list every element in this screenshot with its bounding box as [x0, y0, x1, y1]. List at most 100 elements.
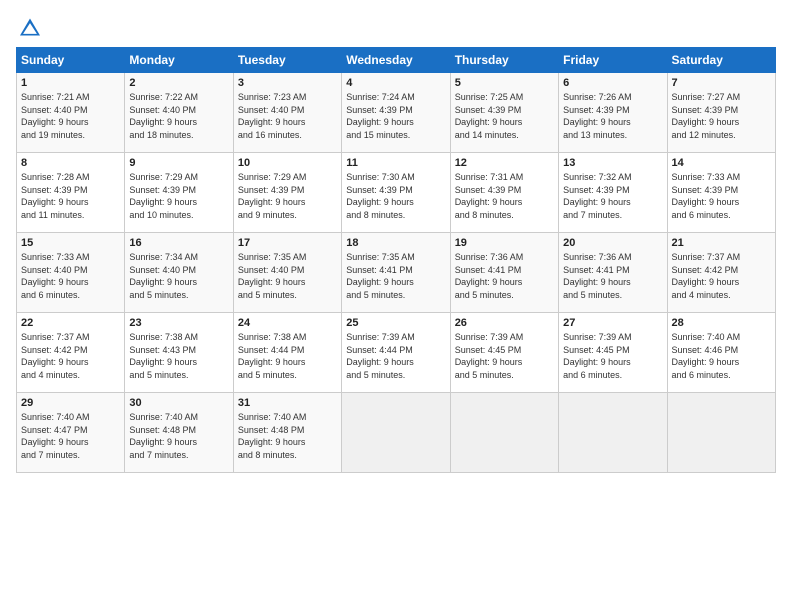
day-number: 4 — [346, 77, 445, 89]
day-number: 28 — [672, 317, 771, 329]
calendar-cell: 26 Sunrise: 7:39 AM Sunset: 4:45 PM Dayli… — [450, 313, 558, 393]
day-number: 21 — [672, 237, 771, 249]
day-detail: Sunrise: 7:22 AM Sunset: 4:40 PM Dayligh… — [129, 91, 228, 141]
weekday-header-cell: Thursday — [450, 48, 558, 73]
calendar-week-row: 15Sunrise: 7:33 AM Sunset: 4:40 PM Dayli… — [17, 233, 776, 313]
calendar-cell: 5Sunrise: 7:25 AM Sunset: 4:39 PM Daylig… — [450, 73, 558, 153]
weekday-header-cell: Tuesday — [233, 48, 341, 73]
calendar-cell: 8 Sunrise: 7:28 AM Sunset: 4:39 PM Daylig… — [17, 153, 125, 233]
calendar-cell: 11Sunrise: 7:30 AM Sunset: 4:39 PM Dayli… — [342, 153, 450, 233]
day-number: 20 — [563, 237, 662, 249]
calendar-cell: 27 Sunrise: 7:39 AM Sunset: 4:45 PM Dayli… — [559, 313, 667, 393]
day-detail: Sunrise: 7:38 AM Sunset: 4:43 PM Dayligh… — [129, 331, 228, 381]
calendar-week-row: 8 Sunrise: 7:28 AM Sunset: 4:39 PM Daylig… — [17, 153, 776, 233]
calendar-cell: 3 Sunrise: 7:23 AM Sunset: 4:40 PM Daylig… — [233, 73, 341, 153]
calendar-week-row: 29 Sunrise: 7:40 AM Sunset: 4:47 PM Dayli… — [17, 393, 776, 473]
calendar-page: SundayMondayTuesdayWednesdayThursdayFrid… — [0, 0, 792, 485]
day-detail: Sunrise: 7:38 AM Sunset: 4:44 PM Dayligh… — [238, 331, 337, 381]
calendar-cell: 10 Sunrise: 7:29 AM Sunset: 4:39 PM Dayli… — [233, 153, 341, 233]
day-detail: Sunrise: 7:36 AM Sunset: 4:41 PM Dayligh… — [563, 251, 662, 301]
calendar-cell: 14 Sunrise: 7:33 AM Sunset: 4:39 PM Dayli… — [667, 153, 775, 233]
calendar-cell: 4 Sunrise: 7:24 AM Sunset: 4:39 PM Daylig… — [342, 73, 450, 153]
logo — [16, 16, 44, 37]
day-number: 9 — [129, 157, 228, 169]
day-number: 12 — [455, 157, 554, 169]
calendar-cell: 24 Sunrise: 7:38 AM Sunset: 4:44 PM Dayli… — [233, 313, 341, 393]
day-detail: Sunrise: 7:37 AM Sunset: 4:42 PM Dayligh… — [21, 331, 120, 381]
day-detail: Sunrise: 7:40 AM Sunset: 4:47 PM Dayligh… — [21, 411, 120, 461]
calendar-cell: 17 Sunrise: 7:35 AM Sunset: 4:40 PM Dayli… — [233, 233, 341, 313]
calendar-cell: 12 Sunrise: 7:31 AM Sunset: 4:39 PM Dayli… — [450, 153, 558, 233]
day-detail: Sunrise: 7:29 AM Sunset: 4:39 PM Dayligh… — [238, 171, 337, 221]
day-detail: Sunrise: 7:34 AM Sunset: 4:40 PM Dayligh… — [129, 251, 228, 301]
day-detail: Sunrise: 7:31 AM Sunset: 4:39 PM Dayligh… — [455, 171, 554, 221]
day-number: 22 — [21, 317, 120, 329]
day-number: 29 — [21, 397, 120, 409]
day-detail: Sunrise: 7:21 AM Sunset: 4:40 PM Dayligh… — [21, 91, 120, 141]
calendar-cell: 20 Sunrise: 7:36 AM Sunset: 4:41 PM Dayli… — [559, 233, 667, 313]
day-detail: Sunrise: 7:35 AM Sunset: 4:40 PM Dayligh… — [238, 251, 337, 301]
day-number: 17 — [238, 237, 337, 249]
calendar-cell: 30 Sunrise: 7:40 AM Sunset: 4:48 PM Dayli… — [125, 393, 233, 473]
day-detail: Sunrise: 7:39 AM Sunset: 4:45 PM Dayligh… — [563, 331, 662, 381]
calendar-cell: 7Sunrise: 7:27 AM Sunset: 4:39 PM Daylig… — [667, 73, 775, 153]
calendar-cell: 18Sunrise: 7:35 AM Sunset: 4:41 PM Dayli… — [342, 233, 450, 313]
calendar-cell: 9 Sunrise: 7:29 AM Sunset: 4:39 PM Daylig… — [125, 153, 233, 233]
day-detail: Sunrise: 7:39 AM Sunset: 4:45 PM Dayligh… — [455, 331, 554, 381]
day-number: 31 — [238, 397, 337, 409]
day-detail: Sunrise: 7:25 AM Sunset: 4:39 PM Dayligh… — [455, 91, 554, 141]
calendar-body: 1 Sunrise: 7:21 AM Sunset: 4:40 PM Daylig… — [17, 73, 776, 473]
day-detail: Sunrise: 7:26 AM Sunset: 4:39 PM Dayligh… — [563, 91, 662, 141]
calendar-cell: 6Sunrise: 7:26 AM Sunset: 4:39 PM Daylig… — [559, 73, 667, 153]
day-number: 19 — [455, 237, 554, 249]
day-number: 26 — [455, 317, 554, 329]
day-number: 10 — [238, 157, 337, 169]
day-number: 8 — [21, 157, 120, 169]
day-detail: Sunrise: 7:24 AM Sunset: 4:39 PM Dayligh… — [346, 91, 445, 141]
calendar-cell — [450, 393, 558, 473]
calendar-cell — [667, 393, 775, 473]
calendar-cell: 28Sunrise: 7:40 AM Sunset: 4:46 PM Dayli… — [667, 313, 775, 393]
day-number: 23 — [129, 317, 228, 329]
day-detail: Sunrise: 7:36 AM Sunset: 4:41 PM Dayligh… — [455, 251, 554, 301]
calendar-cell: 19 Sunrise: 7:36 AM Sunset: 4:41 PM Dayli… — [450, 233, 558, 313]
calendar-cell: 15Sunrise: 7:33 AM Sunset: 4:40 PM Dayli… — [17, 233, 125, 313]
weekday-header-cell: Friday — [559, 48, 667, 73]
day-number: 16 — [129, 237, 228, 249]
day-number: 14 — [672, 157, 771, 169]
weekday-header-cell: Monday — [125, 48, 233, 73]
day-detail: Sunrise: 7:28 AM Sunset: 4:39 PM Dayligh… — [21, 171, 120, 221]
day-detail: Sunrise: 7:40 AM Sunset: 4:48 PM Dayligh… — [238, 411, 337, 461]
day-number: 1 — [21, 77, 120, 89]
weekday-header-cell: Saturday — [667, 48, 775, 73]
day-number: 25 — [346, 317, 445, 329]
calendar-week-row: 22 Sunrise: 7:37 AM Sunset: 4:42 PM Dayli… — [17, 313, 776, 393]
calendar-cell: 16 Sunrise: 7:34 AM Sunset: 4:40 PM Dayli… — [125, 233, 233, 313]
day-detail: Sunrise: 7:39 AM Sunset: 4:44 PM Dayligh… — [346, 331, 445, 381]
day-number: 24 — [238, 317, 337, 329]
calendar-cell — [342, 393, 450, 473]
day-detail: Sunrise: 7:37 AM Sunset: 4:42 PM Dayligh… — [672, 251, 771, 301]
weekday-header-row: SundayMondayTuesdayWednesdayThursdayFrid… — [17, 48, 776, 73]
day-number: 30 — [129, 397, 228, 409]
day-detail: Sunrise: 7:40 AM Sunset: 4:48 PM Dayligh… — [129, 411, 228, 461]
day-number: 13 — [563, 157, 662, 169]
calendar-cell: 1 Sunrise: 7:21 AM Sunset: 4:40 PM Daylig… — [17, 73, 125, 153]
weekday-header-cell: Wednesday — [342, 48, 450, 73]
day-detail: Sunrise: 7:29 AM Sunset: 4:39 PM Dayligh… — [129, 171, 228, 221]
calendar-cell: 31 Sunrise: 7:40 AM Sunset: 4:48 PM Dayli… — [233, 393, 341, 473]
day-detail: Sunrise: 7:33 AM Sunset: 4:39 PM Dayligh… — [672, 171, 771, 221]
day-number: 3 — [238, 77, 337, 89]
calendar-cell: 21 Sunrise: 7:37 AM Sunset: 4:42 PM Dayli… — [667, 233, 775, 313]
day-number: 2 — [129, 77, 228, 89]
calendar-cell: 23 Sunrise: 7:38 AM Sunset: 4:43 PM Dayli… — [125, 313, 233, 393]
day-detail: Sunrise: 7:35 AM Sunset: 4:41 PM Dayligh… — [346, 251, 445, 301]
calendar-week-row: 1 Sunrise: 7:21 AM Sunset: 4:40 PM Daylig… — [17, 73, 776, 153]
day-detail: Sunrise: 7:23 AM Sunset: 4:40 PM Dayligh… — [238, 91, 337, 141]
day-number: 27 — [563, 317, 662, 329]
calendar-cell: 22 Sunrise: 7:37 AM Sunset: 4:42 PM Dayli… — [17, 313, 125, 393]
day-detail: Sunrise: 7:27 AM Sunset: 4:39 PM Dayligh… — [672, 91, 771, 141]
calendar-cell: 25 Sunrise: 7:39 AM Sunset: 4:44 PM Dayli… — [342, 313, 450, 393]
calendar-table: SundayMondayTuesdayWednesdayThursdayFrid… — [16, 47, 776, 473]
day-detail: Sunrise: 7:33 AM Sunset: 4:40 PM Dayligh… — [21, 251, 120, 301]
